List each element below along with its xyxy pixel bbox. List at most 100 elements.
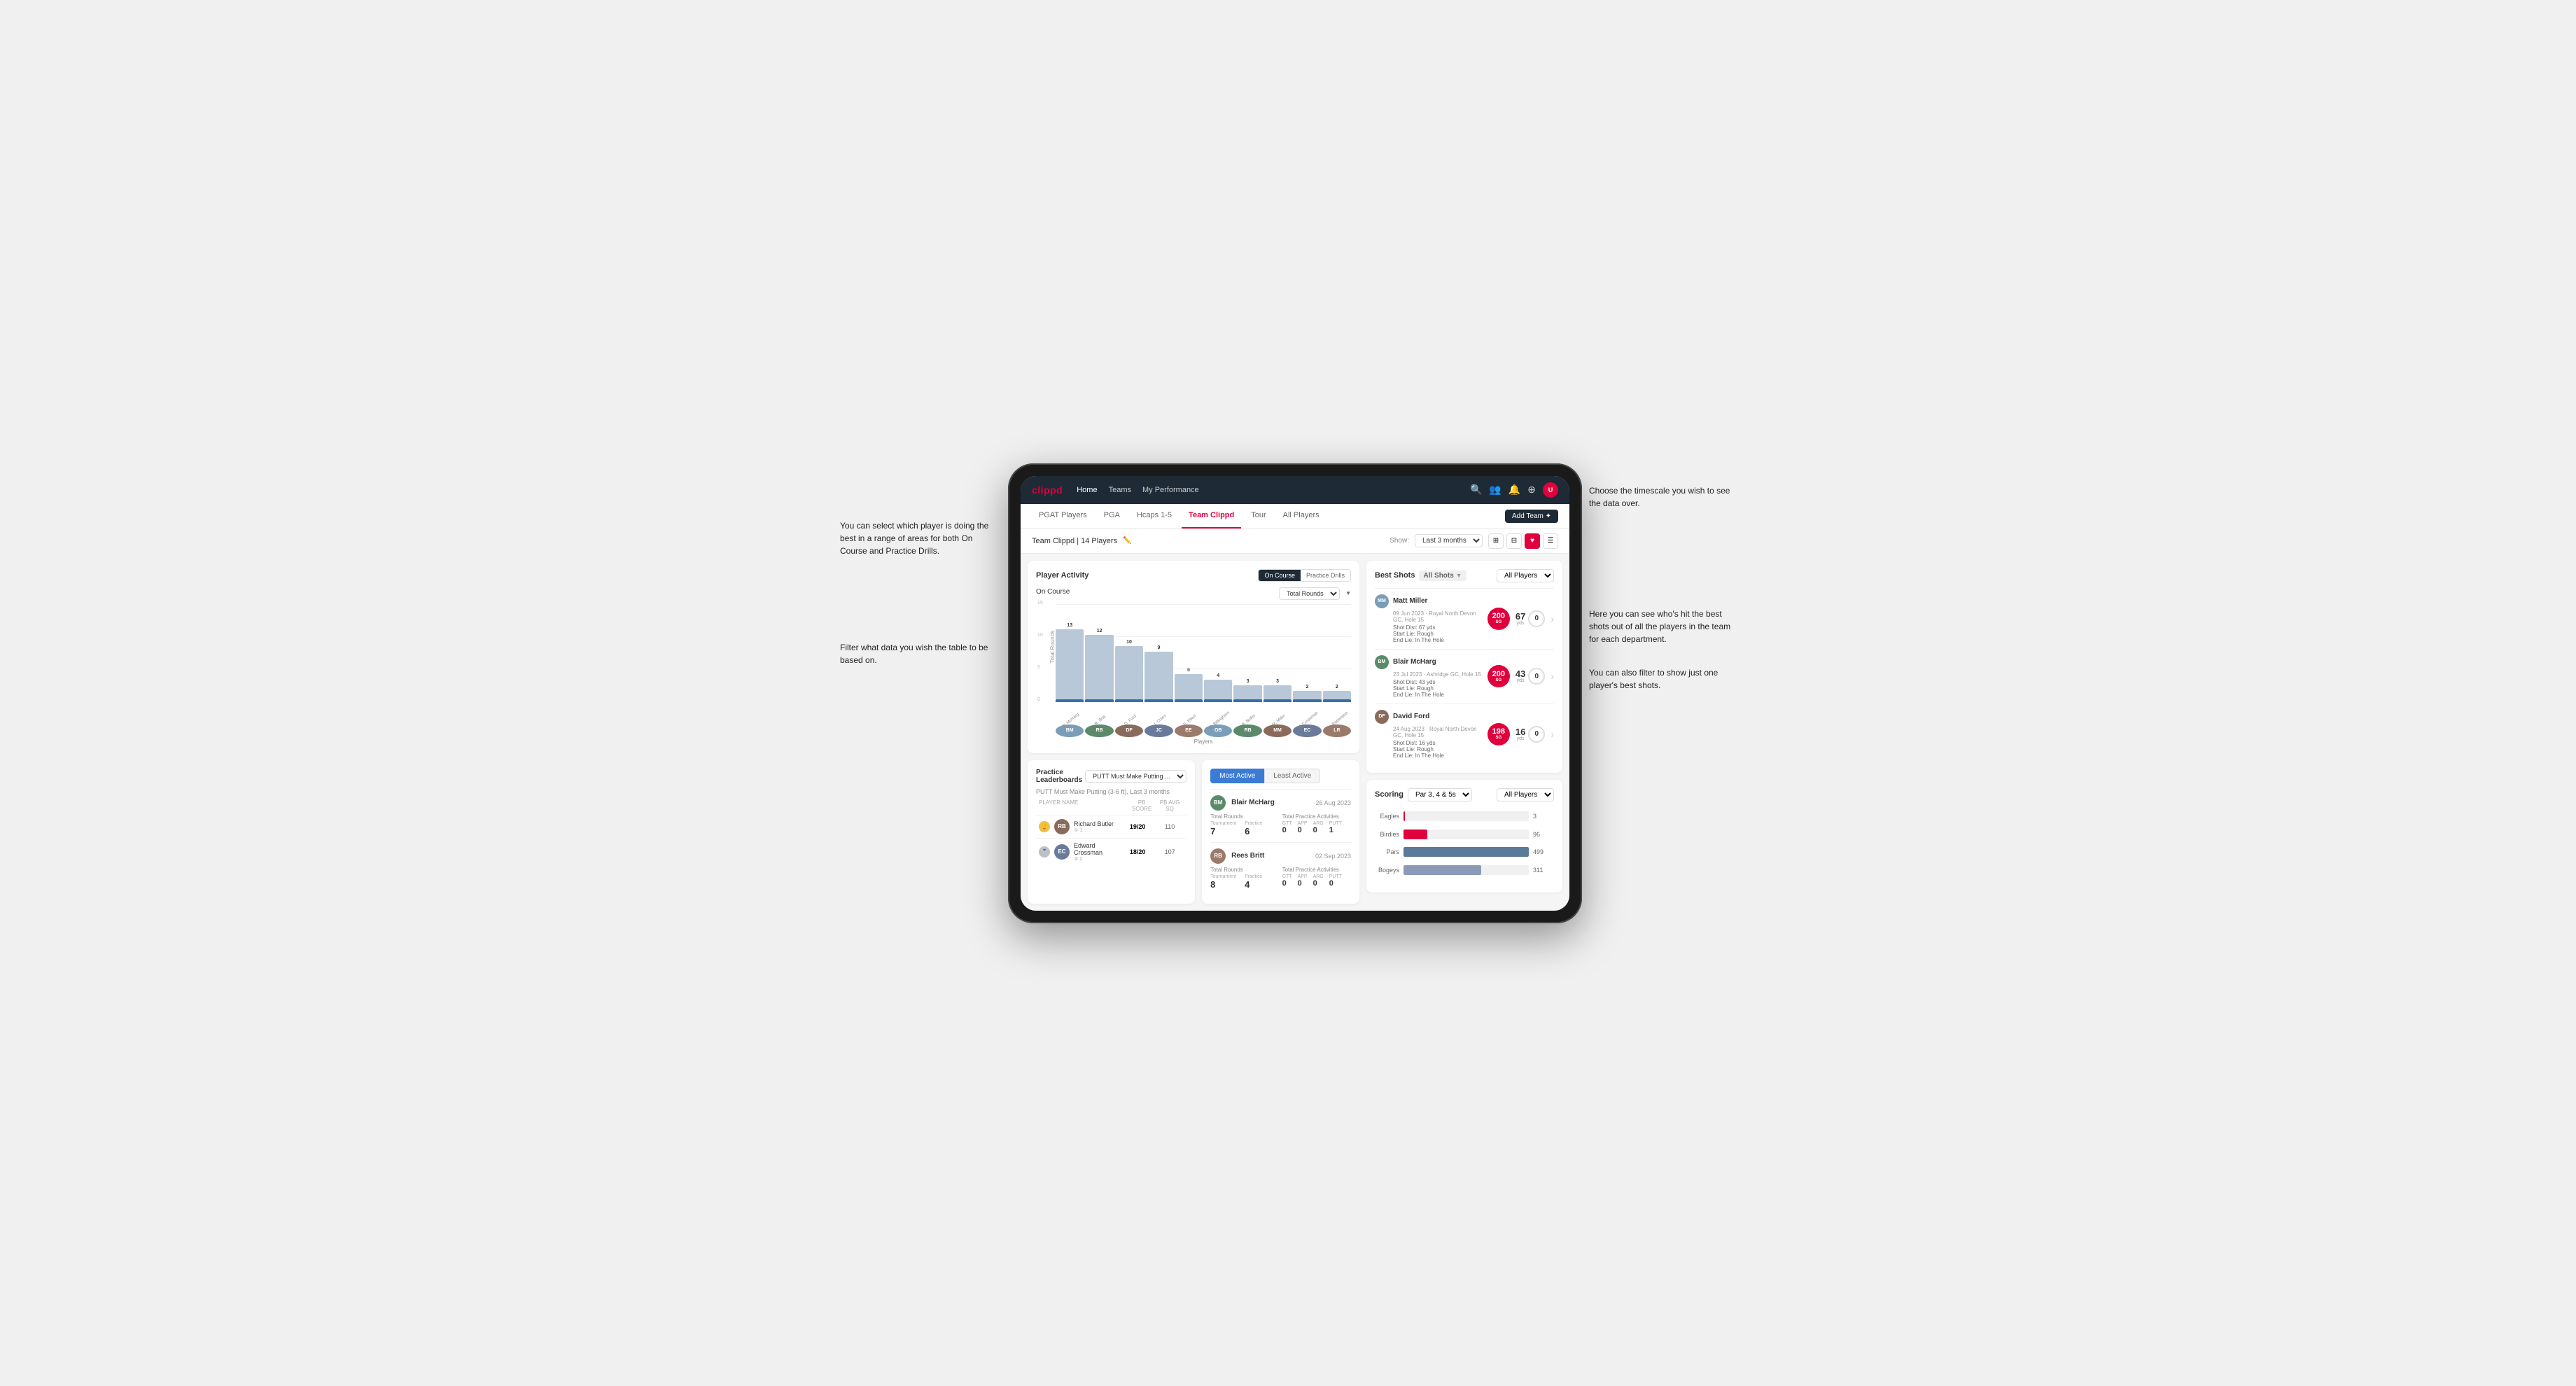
shot-meta-1: 23 Jul 2023 · Ashridge GC, Hole 15: [1375, 671, 1482, 678]
shot-player-info-0: MM Matt Miller 09 Jun 2023 · Royal North…: [1375, 594, 1482, 643]
sub-nav-right: Add Team ✦: [1505, 510, 1558, 523]
pars-label: Pars: [1375, 848, 1399, 855]
nav-logo: clippd: [1032, 484, 1063, 496]
user-avatar[interactable]: U: [1543, 482, 1558, 498]
lb-row-1[interactable]: 🥈 EC Edward Crossman ② 2 18/20 107: [1036, 838, 1186, 865]
view-icons: ⊞ ⊟ ♥ ☰: [1488, 533, 1558, 549]
y-axis-label: Total Rounds: [1049, 630, 1056, 663]
leaderboard-filter[interactable]: PUTT Must Make Putting ...: [1085, 770, 1186, 783]
view-grid4-btn[interactable]: ⊞: [1488, 533, 1504, 549]
score-row-birdies: Birdies 96: [1375, 830, 1554, 839]
dist-badge-1: 43 yds: [1516, 669, 1525, 683]
dist-zero-1: 0: [1528, 668, 1545, 685]
tab-team-clippd[interactable]: Team Clippd: [1182, 503, 1241, 528]
filter-select[interactable]: Total Rounds: [1279, 587, 1340, 600]
bell-icon[interactable]: 🔔: [1508, 484, 1520, 496]
view-grid-btn[interactable]: ⊟: [1506, 533, 1522, 549]
shot-meta-2: 24 Aug 2023 · Royal North Devon GC, Hole…: [1375, 726, 1482, 738]
rounds-values-0: Tournament 7 Practice 6: [1210, 821, 1279, 836]
shot-player-info-2: DF David Ford 24 Aug 2023 · Royal North …: [1375, 710, 1482, 759]
tab-hcaps[interactable]: Hcaps 1-5: [1130, 503, 1179, 528]
shot-player-info-1: BM Blair McHarg 23 Jul 2023 · Ashridge G…: [1375, 655, 1482, 698]
lb-row-0[interactable]: 🏆 RB Richard Butler ① 1 19/20 110: [1036, 815, 1186, 838]
arg-col-0: ARG 0: [1313, 821, 1324, 834]
shot-details-0: Shot Dist: 67 yds Start Lie: Rough End L…: [1375, 624, 1482, 643]
nav-link-home[interactable]: Home: [1077, 486, 1097, 494]
annotation-top-right: Choose the timescale you wish to see the…: [1589, 484, 1736, 510]
pars-count: 499: [1533, 848, 1554, 855]
bar-group-4: 5: [1175, 668, 1203, 702]
lb-avatar-1: EC: [1054, 844, 1070, 860]
lb-avg-0: 110: [1156, 823, 1184, 830]
activities-values-0: GTT 0 APP 0: [1282, 821, 1351, 834]
leaderboard-title: Practice Leaderboards: [1036, 769, 1082, 784]
bar-group-2: 10: [1115, 640, 1143, 702]
lb-avg-1: 107: [1156, 848, 1184, 855]
activities-section-0: Total Practice Activities GTT 0: [1282, 813, 1351, 836]
annotation-top-left: You can select which player is doing the…: [840, 519, 1001, 557]
most-active-tab[interactable]: Most Active: [1210, 769, 1264, 783]
shot-item-2[interactable]: DF David Ford 24 Aug 2023 · Royal North …: [1375, 704, 1554, 764]
lb-subtitle: PUTT Must Make Putting (3-6 ft), Last 3 …: [1036, 788, 1186, 795]
on-course-toggle[interactable]: On Course: [1259, 570, 1301, 581]
users-icon[interactable]: 👥: [1489, 484, 1501, 496]
add-team-button[interactable]: Add Team ✦: [1505, 510, 1558, 523]
activity-player-header-1: RB Rees Britt 02 Sep 2023: [1210, 848, 1351, 864]
tab-tour[interactable]: Tour: [1244, 503, 1273, 528]
view-list-btn[interactable]: ☰: [1543, 533, 1558, 549]
eagles-bar: [1404, 811, 1405, 821]
circle-plus-icon[interactable]: ⊕: [1527, 484, 1536, 496]
score-row-pars: Pars 499: [1375, 847, 1554, 857]
activities-values-1: GTT 0 APP 0: [1282, 874, 1351, 888]
rounds-values-1: Tournament 8 Practice 4: [1210, 874, 1279, 890]
search-icon[interactable]: 🔍: [1470, 484, 1482, 496]
main-content: Player Activity On Course Practice Drill…: [1021, 554, 1569, 911]
player-activity-title: Player Activity: [1036, 571, 1252, 580]
least-active-tab[interactable]: Least Active: [1264, 769, 1320, 783]
gtt-col-1: GTT 0: [1282, 874, 1292, 888]
shot-item-1[interactable]: BM Blair McHarg 23 Jul 2023 · Ashridge G…: [1375, 649, 1554, 704]
leaderboard-header: Practice Leaderboards PUTT Must Make Put…: [1036, 769, 1186, 784]
practice-drills-toggle[interactable]: Practice Drills: [1301, 570, 1350, 581]
player-avatar-4[interactable]: EE: [1175, 724, 1203, 737]
nav-link-teams[interactable]: Teams: [1109, 486, 1131, 494]
bar-group-1: 12: [1085, 629, 1113, 702]
lb-col-player-name: PLAYER NAME: [1039, 799, 1128, 812]
bar-9: [1323, 691, 1351, 702]
player-avatar-2[interactable]: DF: [1115, 724, 1143, 737]
bar-5: [1204, 680, 1232, 702]
x-axis-label: Players: [1036, 738, 1351, 745]
show-select[interactable]: Last 3 months: [1415, 534, 1483, 547]
lb-avatar-0: RB: [1054, 819, 1070, 834]
all-shots-tab[interactable]: All Shots ▼: [1419, 570, 1466, 581]
most-active-card: Most Active Least Active BM Blair McHarg…: [1202, 760, 1359, 904]
shot-details-2: Shot Dist: 16 yds Start Lie: Rough End L…: [1375, 740, 1482, 759]
bogeys-bar-wrap: [1404, 865, 1529, 875]
dist-zero-0: 0: [1528, 610, 1545, 627]
tab-pga[interactable]: PGA: [1097, 503, 1127, 528]
view-heart-btn[interactable]: ♥: [1525, 533, 1540, 549]
scoring-filter[interactable]: Par 3, 4 & 5s: [1408, 788, 1472, 802]
scoring-header: Scoring Par 3, 4 & 5s All Players: [1375, 788, 1554, 802]
lb-rank-0: 🏆: [1039, 821, 1050, 832]
bar-chart-container: Total Rounds 15 10 5 0: [1036, 604, 1351, 745]
shot-badge-0: 200 SG: [1488, 608, 1510, 630]
tab-pgat-players[interactable]: PGAT Players: [1032, 503, 1094, 528]
all-players-filter[interactable]: All Players: [1497, 569, 1554, 582]
toggle-buttons: On Course Practice Drills: [1258, 569, 1351, 582]
bar-group-7: 3: [1264, 679, 1292, 702]
lb-rank-1: 🥈: [1039, 846, 1050, 858]
scoring-player-filter[interactable]: All Players: [1497, 788, 1554, 802]
shot-meta-0: 09 Jun 2023 · Royal North Devon GC, Hole…: [1375, 610, 1482, 623]
player-avatar-9[interactable]: LR: [1323, 724, 1351, 737]
player-names-row: B. McHarg R. Britt D. Ford J. Coles E. E…: [1036, 716, 1351, 723]
shot-item-0[interactable]: MM Matt Miller 09 Jun 2023 · Royal North…: [1375, 588, 1554, 649]
nav-link-my-performance[interactable]: My Performance: [1142, 486, 1199, 494]
birdies-bar: [1404, 830, 1427, 839]
edit-icon[interactable]: ✏️: [1123, 537, 1131, 545]
bogeys-label: Bogeys: [1375, 867, 1399, 874]
lb-name-0: Richard Butler ① 1: [1074, 820, 1119, 833]
tab-all-players[interactable]: All Players: [1276, 503, 1326, 528]
app-col-1: APP 0: [1298, 874, 1308, 888]
bar-6: [1233, 685, 1261, 702]
